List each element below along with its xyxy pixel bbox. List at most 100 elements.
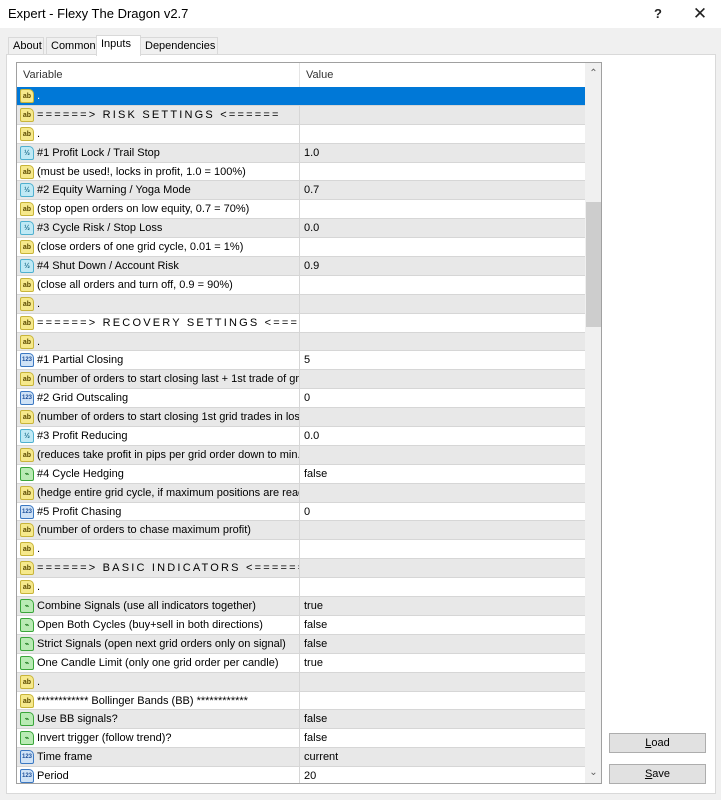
value-cell[interactable]: false xyxy=(300,729,585,747)
table-row[interactable]: ab. xyxy=(17,294,585,314)
table-row[interactable]: ab. xyxy=(17,540,585,560)
variable-cell[interactable]: ab. xyxy=(17,672,300,691)
value-cell[interactable] xyxy=(300,238,585,256)
variable-cell[interactable]: 123 Period xyxy=(17,767,300,783)
table-row[interactable]: ½ #2 Equity Warning / Yoga Mode 0.7 xyxy=(17,181,585,201)
table-row[interactable]: ⌁ One Candle Limit (only one grid order p… xyxy=(17,653,585,673)
variable-cell[interactable]: ab. xyxy=(17,87,300,105)
variable-cell[interactable]: ⌁ Open Both Cycles (buy+sell in both dire… xyxy=(17,615,300,634)
variable-cell[interactable]: ab. xyxy=(17,540,300,559)
value-cell[interactable] xyxy=(300,87,585,105)
scroll-thumb[interactable] xyxy=(586,202,601,327)
variable-cell[interactable]: ab. xyxy=(17,124,300,143)
table-row[interactable]: ab (number of orders to start closing las… xyxy=(17,370,585,390)
variable-cell[interactable]: ⌁ Combine Signals (use all indicators tog… xyxy=(17,597,300,615)
variable-cell[interactable]: ab (reduces take profit in pips per grid … xyxy=(17,445,300,464)
value-cell[interactable]: current xyxy=(300,748,585,766)
variable-cell[interactable]: ab (must be used!, locks in profit, 1.0 =… xyxy=(17,162,300,181)
value-cell[interactable] xyxy=(300,125,585,143)
table-row[interactable]: ⌁ Invert trigger (follow trend)? false xyxy=(17,729,585,749)
value-cell[interactable] xyxy=(300,484,585,502)
variable-cell[interactable]: ab ======> RISK SETTINGS <====== xyxy=(17,105,300,124)
table-row[interactable]: ab. xyxy=(17,672,585,692)
table-row[interactable]: ½ #3 Profit Reducing 0.0 xyxy=(17,427,585,446)
column-header-value[interactable]: Value xyxy=(300,63,585,87)
variable-cell[interactable]: ab (close orders of one grid cycle, 0.01 … xyxy=(17,238,300,257)
value-cell[interactable] xyxy=(300,559,585,577)
value-cell[interactable] xyxy=(300,333,585,351)
table-row[interactable]: ⌁ Use BB signals? false xyxy=(17,710,585,730)
value-cell[interactable] xyxy=(300,370,585,388)
value-cell[interactable]: 0.0 xyxy=(300,427,585,445)
value-cell[interactable] xyxy=(300,295,585,313)
help-button[interactable]: ? xyxy=(643,2,673,26)
value-cell[interactable]: 5 xyxy=(300,351,585,369)
value-cell[interactable] xyxy=(300,408,585,426)
variable-cell[interactable]: ab (stop open orders on low equity, 0.7 =… xyxy=(17,200,300,219)
table-row[interactable]: ab. xyxy=(17,87,585,106)
value-cell[interactable] xyxy=(300,314,585,332)
table-row[interactable]: ab. xyxy=(17,124,585,144)
table-row[interactable]: ab ======> RISK SETTINGS <====== xyxy=(17,105,585,125)
variable-cell[interactable]: 123 #5 Profit Chasing xyxy=(17,502,300,521)
value-cell[interactable] xyxy=(300,276,585,294)
variable-cell[interactable]: ½ #1 Profit Lock / Trail Stop xyxy=(17,143,300,162)
value-cell[interactable] xyxy=(300,578,585,596)
value-cell[interactable] xyxy=(300,692,585,710)
variable-cell[interactable]: ab (number of orders to start closing las… xyxy=(17,370,300,389)
table-row[interactable]: 123 Time frame current xyxy=(17,748,585,768)
value-cell[interactable]: 0.0 xyxy=(300,219,585,237)
table-row[interactable]: ⌁ Combine Signals (use all indicators tog… xyxy=(17,597,585,616)
table-row[interactable]: ab ************ Bollinger Bands (BB) ****… xyxy=(17,691,585,711)
variable-cell[interactable]: ab (number of orders to chase maximum pro… xyxy=(17,521,300,540)
value-cell[interactable] xyxy=(300,163,585,181)
table-row[interactable]: ab (stop open orders on low equity, 0.7 =… xyxy=(17,200,585,220)
variable-cell[interactable]: 123 Time frame xyxy=(17,748,300,767)
value-cell[interactable]: 1.0 xyxy=(300,144,585,162)
table-row[interactable]: ab (reduces take profit in pips per grid … xyxy=(17,445,585,465)
column-header-variable[interactable]: Variable xyxy=(17,63,300,87)
table-row[interactable]: 123 #5 Profit Chasing 0 xyxy=(17,502,585,522)
variable-cell[interactable]: 123 #2 Grid Outscaling xyxy=(17,389,300,408)
value-cell[interactable]: 0 xyxy=(300,389,585,407)
variable-cell[interactable]: ab ======> RECOVERY SETTINGS <====== xyxy=(17,313,300,332)
table-row[interactable]: ab (number of orders to chase maximum pro… xyxy=(17,521,585,541)
tab-common[interactable]: Common xyxy=(46,37,97,55)
variable-cell[interactable]: ab. xyxy=(17,294,300,313)
table-row[interactable]: 123 #2 Grid Outscaling 0 xyxy=(17,389,585,409)
variable-cell[interactable]: ab. xyxy=(17,332,300,351)
value-cell[interactable] xyxy=(300,540,585,558)
value-cell[interactable] xyxy=(300,106,585,124)
variable-cell[interactable]: ab ======> BASIC INDICATORS <====== xyxy=(17,559,300,578)
value-cell[interactable]: false xyxy=(300,465,585,483)
table-row[interactable]: ab (hedge entire grid cycle, if maximum p… xyxy=(17,483,585,503)
table-row[interactable]: ½ #3 Cycle Risk / Stop Loss 0.0 xyxy=(17,219,585,239)
variable-cell[interactable]: ⌁ One Candle Limit (only one grid order p… xyxy=(17,653,300,672)
table-row[interactable]: ½ #1 Profit Lock / Trail Stop 1.0 xyxy=(17,143,585,163)
table-row[interactable]: ab ======> BASIC INDICATORS <====== xyxy=(17,559,585,579)
value-cell[interactable] xyxy=(300,446,585,464)
save-button[interactable]: Save xyxy=(609,764,706,784)
scroll-up-icon[interactable]: ⌃ xyxy=(585,65,601,82)
value-cell[interactable]: false xyxy=(300,616,585,634)
value-cell[interactable]: 0.7 xyxy=(300,181,585,199)
variable-cell[interactable]: ½ #2 Equity Warning / Yoga Mode xyxy=(17,181,300,200)
variable-cell[interactable]: ab. xyxy=(17,578,300,597)
value-cell[interactable] xyxy=(300,673,585,691)
variable-cell[interactable]: ab (close all orders and turn off, 0.9 = … xyxy=(17,275,300,294)
variable-cell[interactable]: 123 #1 Partial Closing xyxy=(17,351,300,370)
variable-cell[interactable]: ½ #3 Profit Reducing xyxy=(17,427,300,445)
variable-cell[interactable]: ⌁ Invert trigger (follow trend)? xyxy=(17,729,300,748)
variable-cell[interactable]: ⌁ #4 Cycle Hedging xyxy=(17,464,300,483)
table-row[interactable]: ab (close all orders and turn off, 0.9 = … xyxy=(17,275,585,295)
variable-cell[interactable]: ab (number of orders to start closing 1st… xyxy=(17,408,300,427)
value-cell[interactable]: true xyxy=(300,654,585,672)
variable-cell[interactable]: ⌁ Use BB signals? xyxy=(17,710,300,729)
table-row[interactable]: ab (close orders of one grid cycle, 0.01 … xyxy=(17,238,585,258)
table-row[interactable]: ⌁ Open Both Cycles (buy+sell in both dire… xyxy=(17,615,585,635)
table-row[interactable]: ⌁ #4 Cycle Hedging false xyxy=(17,464,585,484)
table-row[interactable]: 123 Period 20 xyxy=(17,767,585,783)
tab-about[interactable]: About xyxy=(8,37,44,55)
value-cell[interactable] xyxy=(300,521,585,539)
table-row[interactable]: ab. xyxy=(17,332,585,352)
